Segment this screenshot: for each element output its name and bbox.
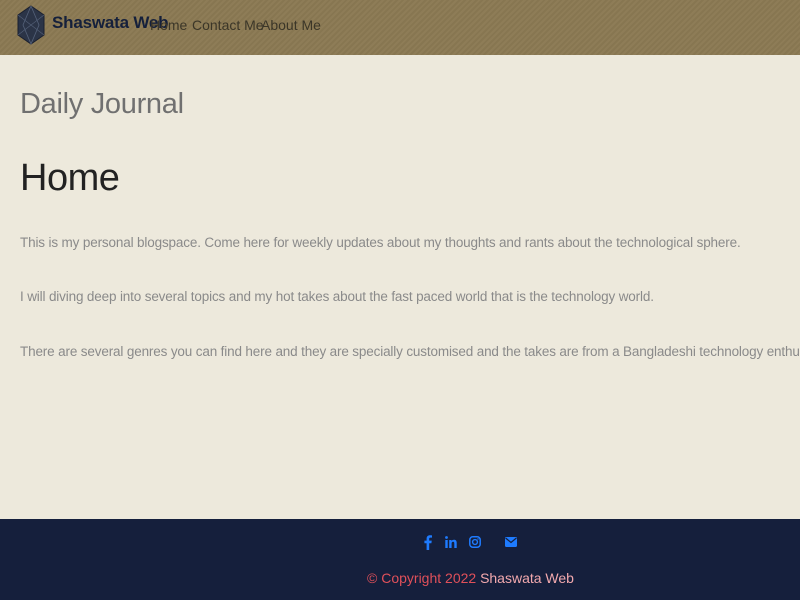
nav-link-contact-me[interactable]: Contact Me [192,17,264,33]
copyright-brand: Shaswata Web [480,570,574,586]
paragraph-topics: I will diving deep into several topics a… [20,289,654,304]
copyright: © Copyright 2022 Shaswata Web [0,570,800,586]
page-heading: Home [20,157,120,199]
paragraph-genres: There are several genres you can find he… [20,344,800,359]
logo-icon[interactable] [17,5,45,45]
navbar: Shaswata Web Home Contact Me About Me [0,0,800,55]
nav-link-home[interactable]: Home [150,17,187,33]
linkedin-icon[interactable] [444,534,458,550]
copyright-text: © Copyright 2022 [367,570,481,586]
paragraph-intro: This is my personal blogspace. Come here… [20,235,741,250]
envelope-icon[interactable] [504,534,518,550]
footer: © Copyright 2022 Shaswata Web [0,519,800,600]
site-title: Daily Journal [20,88,184,120]
facebook-icon[interactable] [422,534,434,550]
instagram-icon[interactable] [468,534,482,550]
nav-link-about-me[interactable]: About Me [261,17,321,33]
